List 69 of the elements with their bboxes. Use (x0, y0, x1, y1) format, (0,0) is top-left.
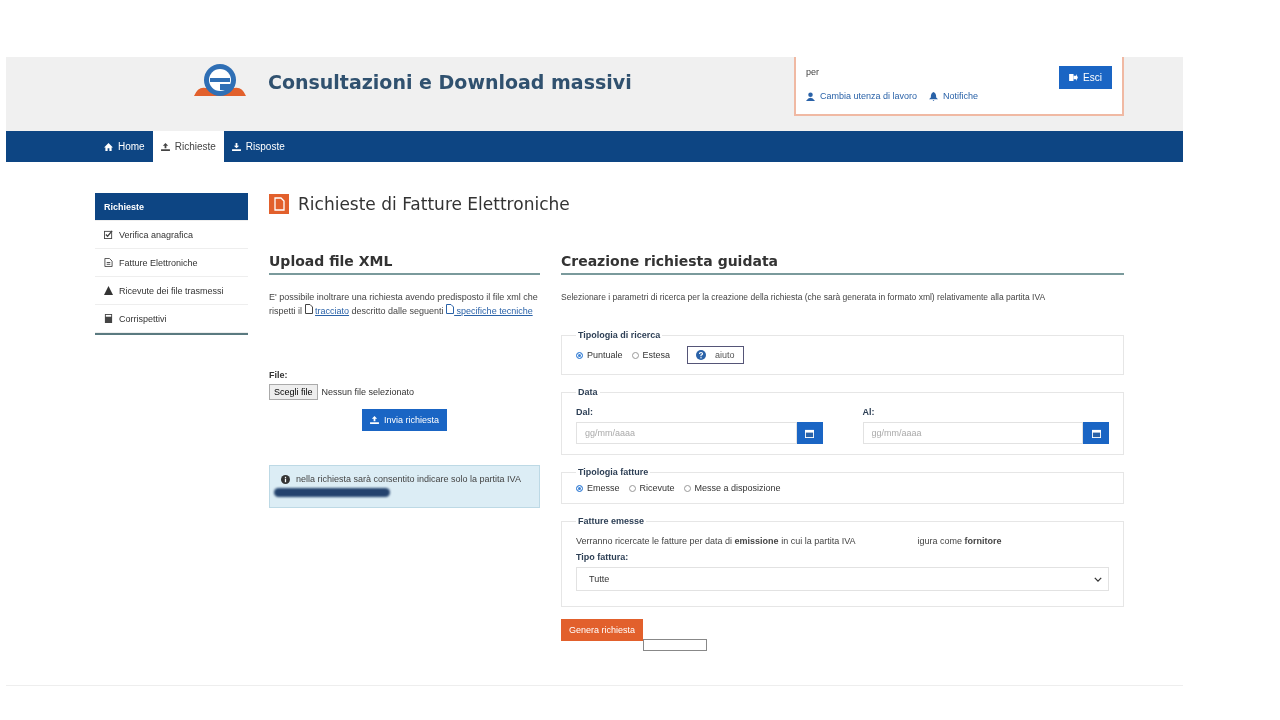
intro-text: Selezionare i parametri di ricerca per la creazione della richiesta (che sarà generata in formato xml) relativamente alla partita IVA (561, 292, 1047, 302)
calculator-icon (104, 314, 113, 323)
nav-tab[interactable]: Richieste (152, 131, 224, 162)
file-icon (304, 304, 313, 314)
radio-option[interactable]: Ricevute (628, 483, 675, 493)
chevron-down-icon (1094, 576, 1102, 582)
file-status: Nessun file selezionato (321, 387, 415, 397)
info-icon (281, 474, 290, 484)
field-label: Tipo fattura: (576, 552, 630, 562)
radio-button[interactable] (683, 484, 691, 492)
date-field[interactable]: gg/mm/aaaa (576, 422, 797, 444)
page-title: Richieste di Fatture Elettroniche (298, 194, 570, 214)
field-label: Al: (862, 407, 876, 417)
app-title: Consultazioni e Download massivi (268, 71, 632, 93)
upload-description: E' possibile inoltrare una richiesta avendo predisposto il file xml che rispetti il tracciato descritto dalle seguenti specifiche tecniche (269, 291, 539, 318)
exit-icon (1069, 74, 1079, 81)
radio-button[interactable] (628, 484, 636, 492)
section-heading: Creazione richiesta guidata (561, 253, 1124, 275)
section-heading: Upload file XML (269, 253, 540, 275)
invoice-type-select[interactable]: Tutte (576, 567, 1109, 591)
date-field[interactable]: gg/mm/aaaa (862, 422, 1083, 444)
checkbox-icon (104, 230, 113, 239)
fieldset-legend: Tipologia di ricerca (576, 330, 663, 340)
fieldset-legend: Data (576, 387, 600, 397)
document-icon (446, 304, 455, 314)
calendar-button[interactable] (1083, 422, 1109, 444)
sidebar-item[interactable]: Richieste (95, 193, 248, 221)
sidebar-item[interactable]: Ricevute dei file trasmessi (95, 277, 248, 305)
upload-icon (370, 416, 379, 424)
radio-option[interactable]: Messe a disposizione (683, 483, 781, 493)
sidebar-item[interactable]: Corrispettivi (95, 305, 248, 333)
notifications-link[interactable]: Notifiche (929, 91, 979, 101)
specs-link[interactable]: specifiche tecniche (446, 306, 533, 316)
radio-button[interactable] (631, 351, 639, 359)
note-text: Verranno ricercate le fatture per data di emissione in cui la partita IVA (576, 536, 856, 546)
format-link[interactable]: tracciato (315, 306, 350, 316)
change-user-link[interactable]: Cambia utenza di lavoro (806, 91, 918, 101)
logout-button[interactable]: Esci (1059, 66, 1112, 89)
user-text: per (806, 67, 820, 77)
info-text: nella richiesta sarà consentito indicare solo la partita IVA (296, 474, 521, 484)
nav-tab[interactable]: Risposte (223, 131, 293, 162)
calendar-button[interactable] (796, 422, 823, 444)
document-icon (269, 194, 289, 214)
secondary-button[interactable] (643, 639, 708, 651)
nav-tab[interactable]: Home (96, 131, 153, 162)
help-icon (696, 350, 707, 360)
choose-file-button[interactable]: Scegli file (269, 384, 318, 400)
radio-option[interactable]: Estesa (631, 350, 671, 360)
document-icon (104, 258, 113, 267)
calendar-icon (1091, 428, 1101, 438)
note-text: igura come fornitore (917, 536, 1002, 546)
radio-option[interactable]: Emesse (576, 483, 620, 493)
send-request-button[interactable]: Invia richiesta (362, 409, 447, 431)
users-icon (806, 91, 815, 101)
fieldset-legend: Tipologia fatture (576, 467, 651, 477)
radio-option[interactable]: Puntuale (576, 350, 623, 360)
field-label: Dal: (576, 407, 594, 417)
help-button[interactable]: aiuto (687, 346, 744, 364)
calendar-icon (805, 428, 814, 438)
sidebar-item[interactable]: Fatture Elettroniche (95, 249, 248, 277)
file-label: File: (269, 370, 289, 380)
download-icon (231, 142, 241, 151)
fieldset-legend: Fatture emesse (576, 516, 647, 526)
sidebar-item[interactable]: Verifica anagrafica (95, 221, 248, 249)
upload-icon (160, 142, 170, 151)
bell-icon (929, 91, 939, 101)
home-icon (104, 142, 113, 151)
warning-icon (104, 286, 113, 295)
generate-request-button[interactable]: Genera richiesta (561, 619, 644, 641)
